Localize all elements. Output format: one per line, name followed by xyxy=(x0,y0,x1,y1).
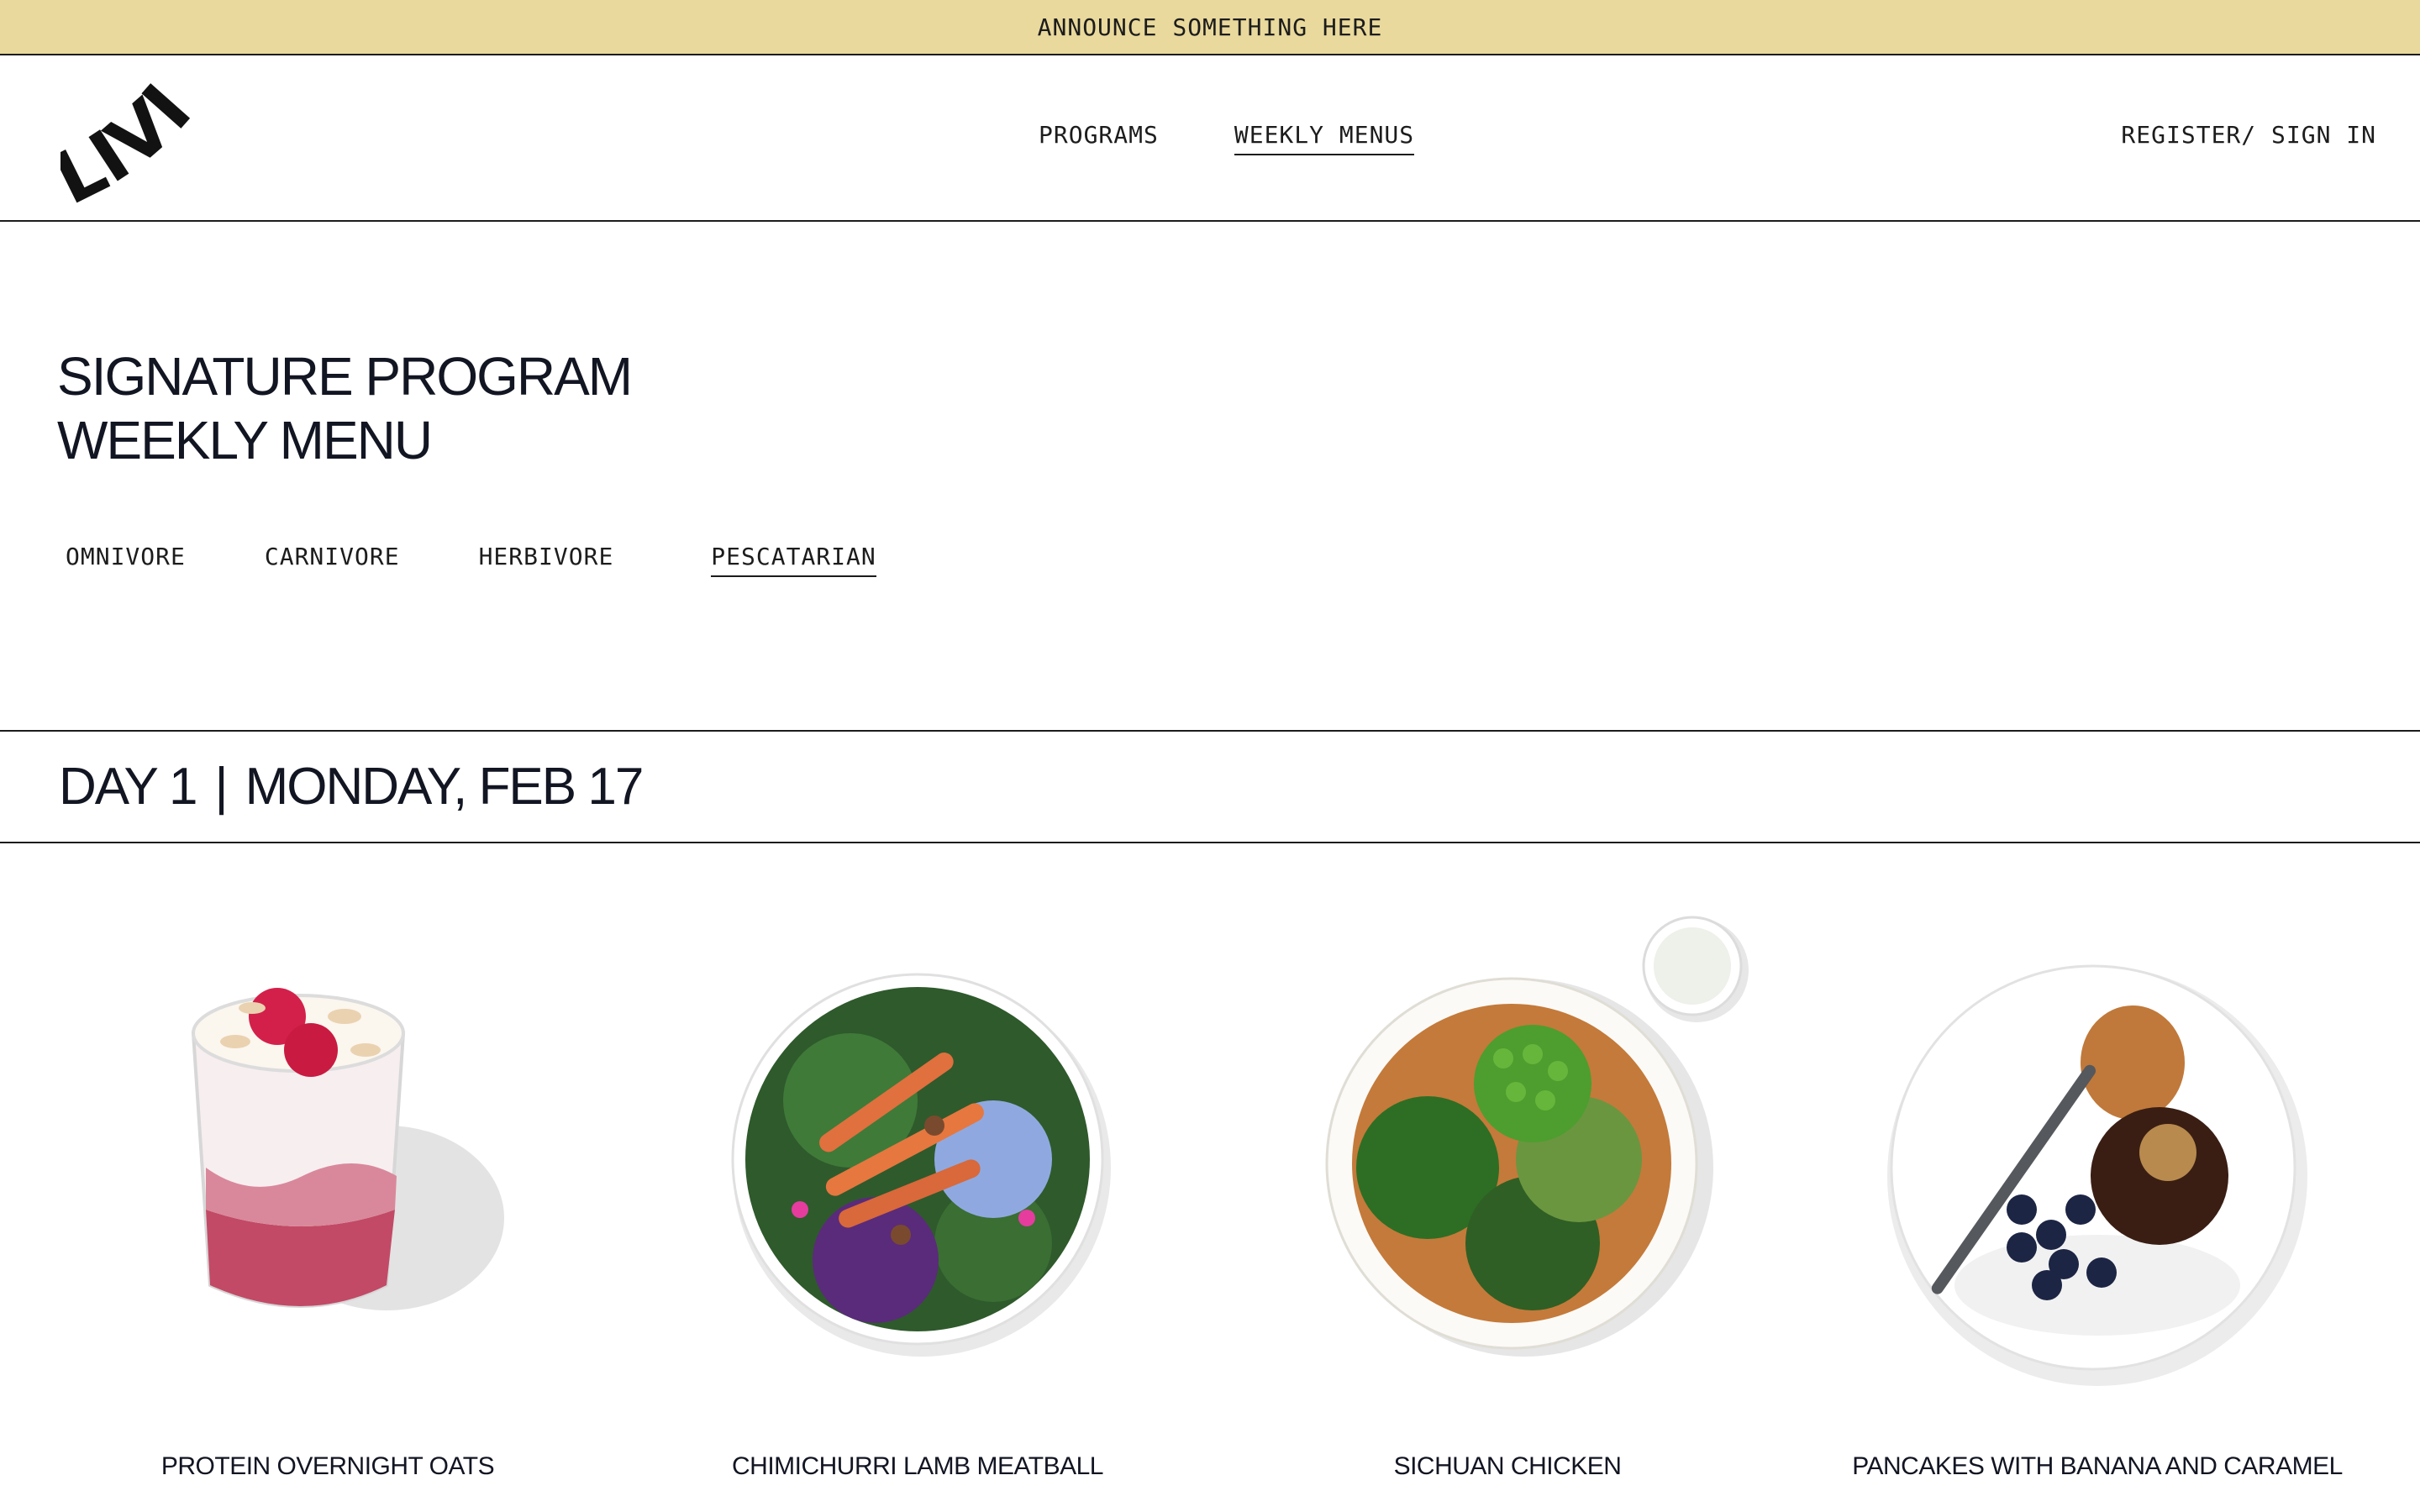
page-title-line-1: SIGNATURE PROGRAM xyxy=(57,346,633,407)
svg-text:LIVIT: LIVIT xyxy=(60,79,208,205)
page-title: SIGNATURE PROGRAM WEEKLY MENU xyxy=(57,344,633,472)
announcement-bar: ANNOUNCE SOMETHING HERE xyxy=(0,0,2420,55)
meal-name: PROTEIN OVERNIGHT OATS xyxy=(160,1452,495,1480)
day-date: MONDAY, FEB 17 xyxy=(245,758,644,816)
page-title-line-2: WEEKLY MENU xyxy=(57,410,433,470)
sichuan-bowl-image xyxy=(1213,890,1802,1428)
lamb-salad-image xyxy=(623,890,1212,1428)
register-sign-in-link[interactable]: REGISTER/ SIGN IN xyxy=(2121,121,2376,149)
meal-card[interactable]: PANCAKES WITH BANANA AND CARAMEL xyxy=(1803,890,2391,1512)
nav-weekly-menus[interactable]: WEEKLY MENUS xyxy=(1234,121,1415,155)
site-header: LIVIT PROGRAMS WEEKLY MENUS REGISTER/ SI… xyxy=(0,13,2420,222)
pancake-plate-image xyxy=(1803,890,2391,1428)
logo-mark: LIVIT xyxy=(36,13,208,222)
nav-programs[interactable]: PROGRAMS xyxy=(1039,121,1159,155)
main-nav: PROGRAMS WEEKLY MENUS xyxy=(1039,121,1415,155)
meal-name: SICHUAN CHICKEN xyxy=(1393,1452,1622,1480)
day-heading: DAY 1 | MONDAY, FEB 17 xyxy=(0,730,2420,843)
day-separator: | xyxy=(214,758,228,816)
livit-logo[interactable]: LIVIT xyxy=(36,13,229,222)
meal-card[interactable]: CHIMICHURRI LAMB MEATBALL xyxy=(623,890,1212,1512)
meal-name: PANCAKES WITH BANANA AND CARAMEL xyxy=(1852,1452,2343,1480)
menu-hero: SIGNATURE PROGRAM WEEKLY MENU xyxy=(57,344,633,472)
tab-herbivore[interactable]: HERBIVORE xyxy=(479,543,614,577)
diet-tabs: OMNIVORE CARNIVORE HERBIVORE PESCATARIAN xyxy=(66,543,955,577)
logo-text: LIVIT xyxy=(36,13,208,222)
meal-grid: PROTEIN OVERNIGHT OATS CHIMICHURRI LAMB … xyxy=(0,890,2420,1512)
meal-card[interactable]: SICHUAN CHICKEN xyxy=(1213,890,1802,1512)
overnight-oats-image xyxy=(34,890,622,1428)
meal-name: CHIMICHURRI LAMB MEATBALL xyxy=(731,1452,1104,1480)
tab-pescatarian[interactable]: PESCATARIAN xyxy=(711,543,876,577)
tab-carnivore[interactable]: CARNIVORE xyxy=(265,543,400,577)
meal-card[interactable]: PROTEIN OVERNIGHT OATS xyxy=(34,890,622,1512)
tab-omnivore[interactable]: OMNIVORE xyxy=(66,543,186,577)
announcement-text: ANNOUNCE SOMETHING HERE xyxy=(1037,13,1383,41)
day-number: DAY 1 xyxy=(59,758,197,816)
